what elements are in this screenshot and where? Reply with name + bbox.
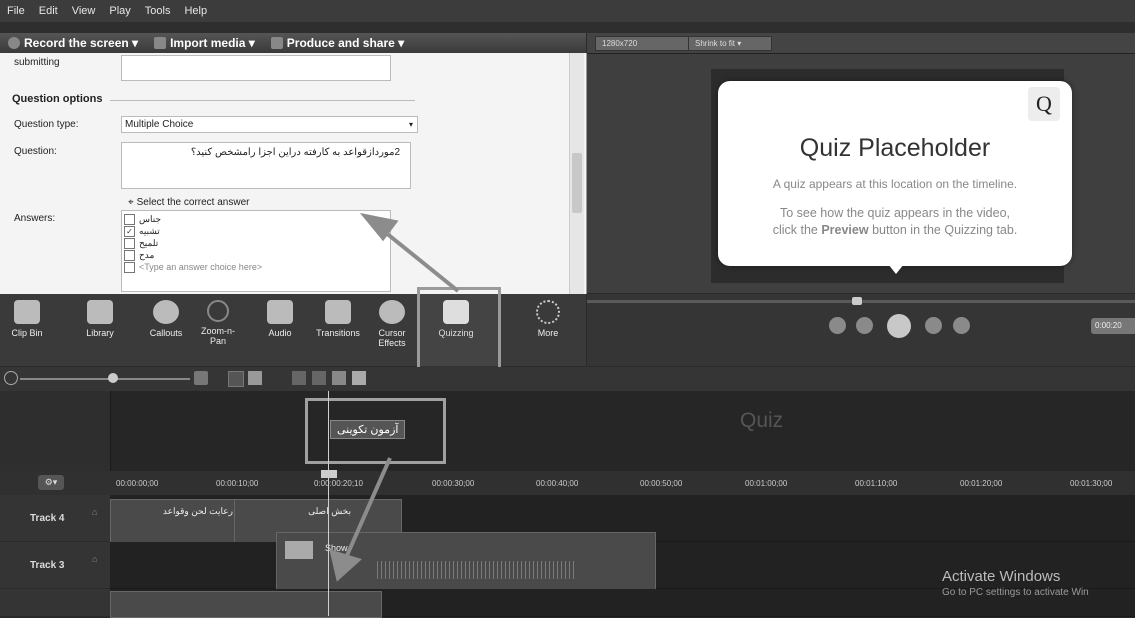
arrow-head (329, 549, 362, 582)
activate-windows-watermark: Activate Windows Go to PC settings to ac… (942, 568, 1089, 598)
annotation-arrows (329, 212, 460, 582)
arrow-to-track (343, 457, 392, 561)
arrow-to-answers (378, 226, 460, 293)
